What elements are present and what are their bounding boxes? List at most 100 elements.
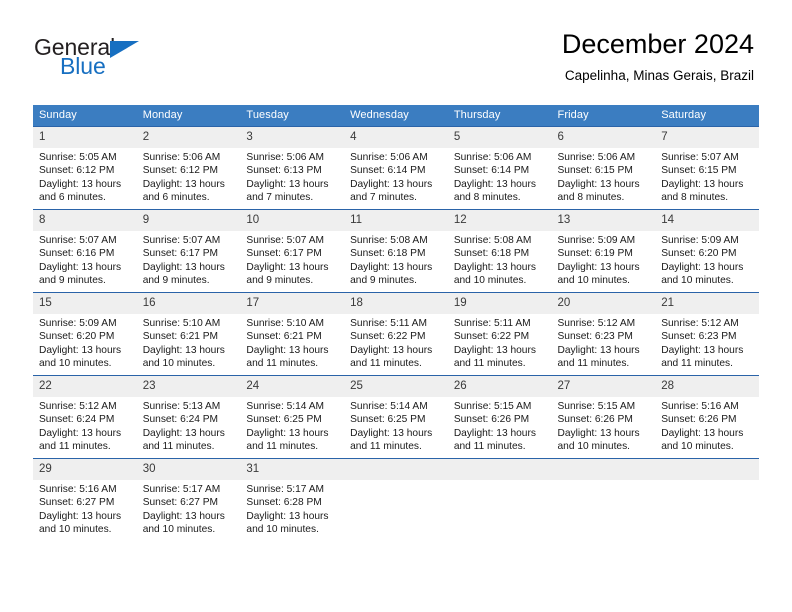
- calendar-day-cell[interactable]: 31 Sunrise: 5:17 AM Sunset: 6:28 PM Dayligh…: [240, 458, 345, 541]
- sunrise-text: Sunrise: 5:07 AM: [661, 152, 739, 163]
- calendar-day-cell[interactable]: 28 Sunrise: 5:16 AM Sunset: 6:26 PM Dayligh…: [655, 375, 759, 459]
- day-number: 29: [33, 459, 137, 480]
- day-details: Sunrise: 5:07 AM Sunset: 6:16 PM Daylight:…: [33, 231, 137, 288]
- general-blue-logo[interactable]: General Blue: [34, 36, 234, 86]
- daylight-text: Daylight: 13 hours and 10 minutes.: [39, 510, 122, 536]
- calendar-day-cell[interactable]: 13 Sunrise: 5:09 AM Sunset: 6:19 PM Dayligh…: [551, 209, 656, 293]
- sunset-text: Sunset: 6:15 PM: [661, 165, 737, 177]
- calendar-empty-cell: [344, 458, 448, 541]
- title-block: December 2024 Capelinha, Minas Gerais, B…: [562, 28, 754, 86]
- day-number: 14: [655, 210, 759, 231]
- daylight-text: Daylight: 13 hours and 7 minutes.: [246, 178, 329, 204]
- day-number: 7: [655, 127, 759, 148]
- calendar-day-cell[interactable]: 2 Sunrise: 5:06 AM Sunset: 6:12 PM Daylight…: [136, 126, 241, 210]
- calendar-day-cell[interactable]: 7 Sunrise: 5:07 AM Sunset: 6:15 PM Daylight…: [655, 126, 759, 210]
- calendar-day-cell[interactable]: 20 Sunrise: 5:12 AM Sunset: 6:23 PM Dayligh…: [551, 292, 656, 376]
- sunrise-text: Sunrise: 5:06 AM: [350, 152, 428, 163]
- sunrise-text: Sunrise: 5:08 AM: [350, 235, 428, 246]
- calendar-empty-cell: [551, 458, 656, 541]
- calendar-day-cell[interactable]: 3 Sunrise: 5:06 AM Sunset: 6:13 PM Daylight…: [240, 126, 345, 210]
- calendar-empty-cell: [447, 458, 552, 541]
- calendar-day-cell[interactable]: 24 Sunrise: 5:14 AM Sunset: 6:25 PM Dayligh…: [240, 375, 345, 459]
- day-details: Sunrise: 5:06 AM Sunset: 6:14 PM Daylight:…: [448, 148, 552, 205]
- calendar-day-cell[interactable]: 22 Sunrise: 5:12 AM Sunset: 6:24 PM Dayligh…: [33, 375, 137, 459]
- sunset-text: Sunset: 6:14 PM: [350, 165, 426, 177]
- calendar-day-cell[interactable]: 6 Sunrise: 5:06 AM Sunset: 6:15 PM Daylight…: [551, 126, 656, 210]
- daylight-text: Daylight: 13 hours and 11 minutes.: [453, 344, 536, 370]
- day-number: 2: [136, 127, 241, 148]
- day-details: Sunrise: 5:12 AM Sunset: 6:24 PM Daylight:…: [33, 397, 137, 454]
- sunset-text: Sunset: 6:15 PM: [557, 165, 633, 177]
- day-number: 13: [551, 210, 656, 231]
- calendar-day-cell[interactable]: 30 Sunrise: 5:17 AM Sunset: 6:27 PM Dayligh…: [136, 458, 241, 541]
- day-details: Sunrise: 5:10 AM Sunset: 6:21 PM Daylight:…: [240, 314, 344, 371]
- calendar-day-cell[interactable]: 21 Sunrise: 5:12 AM Sunset: 6:23 PM Dayligh…: [655, 292, 759, 376]
- calendar-header-row-group: Sunday Monday Tuesday Wednesday Thursday…: [33, 105, 759, 127]
- daylight-text: Daylight: 13 hours and 8 minutes.: [453, 178, 536, 204]
- sunrise-text: Sunrise: 5:06 AM: [142, 152, 221, 163]
- weekday-header-friday: Friday: [551, 105, 656, 127]
- day-number: 31: [240, 459, 345, 480]
- day-details: Sunrise: 5:07 AM Sunset: 6:17 PM Daylight:…: [240, 231, 344, 288]
- day-number: 17: [240, 293, 345, 314]
- sunset-text: Sunset: 6:14 PM: [453, 165, 530, 177]
- calendar-week-row: 15 Sunrise: 5:09 AM Sunset: 6:20 PM Dayligh…: [33, 292, 759, 376]
- calendar-day-cell[interactable]: 4 Sunrise: 5:06 AM Sunset: 6:14 PM Daylight…: [344, 126, 448, 210]
- day-details: Sunrise: 5:15 AM Sunset: 6:26 PM Daylight:…: [448, 397, 552, 454]
- sunrise-text: Sunrise: 5:07 AM: [246, 235, 324, 246]
- daylight-text: Daylight: 13 hours and 8 minutes.: [661, 178, 744, 204]
- day-details: Sunrise: 5:14 AM Sunset: 6:25 PM Daylight:…: [240, 397, 344, 454]
- day-number: 9: [136, 210, 241, 231]
- calendar-day-cell[interactable]: 9 Sunrise: 5:07 AM Sunset: 6:17 PM Daylight…: [136, 209, 241, 293]
- sunrise-text: Sunrise: 5:14 AM: [246, 401, 324, 412]
- calendar-day-cell[interactable]: 1 Sunrise: 5:05 AM Sunset: 6:12 PM Daylight…: [33, 126, 137, 210]
- day-details: Sunrise: 5:07 AM Sunset: 6:15 PM Daylight:…: [655, 148, 759, 205]
- day-details: Sunrise: 5:06 AM Sunset: 6:13 PM Daylight:…: [240, 148, 344, 205]
- sunset-text: Sunset: 6:23 PM: [661, 331, 737, 343]
- calendar-day-cell[interactable]: 27 Sunrise: 5:15 AM Sunset: 6:26 PM Dayligh…: [551, 375, 656, 459]
- sunset-text: Sunset: 6:26 PM: [661, 414, 737, 426]
- day-number: 12: [447, 210, 552, 231]
- day-details: Sunrise: 5:08 AM Sunset: 6:18 PM Daylight:…: [344, 231, 448, 288]
- calendar-day-cell[interactable]: 18 Sunrise: 5:11 AM Sunset: 6:22 PM Dayligh…: [344, 292, 448, 376]
- calendar-day-cell[interactable]: 25 Sunrise: 5:14 AM Sunset: 6:25 PM Dayligh…: [344, 375, 448, 459]
- sunrise-text: Sunrise: 5:15 AM: [453, 401, 532, 412]
- calendar-day-cell[interactable]: 23 Sunrise: 5:13 AM Sunset: 6:24 PM Dayligh…: [136, 375, 241, 459]
- sunrise-text: Sunrise: 5:15 AM: [557, 401, 636, 412]
- day-number: 28: [655, 376, 759, 397]
- daylight-text: Daylight: 13 hours and 8 minutes.: [557, 178, 640, 204]
- calendar-day-cell[interactable]: 16 Sunrise: 5:10 AM Sunset: 6:21 PM Dayligh…: [136, 292, 241, 376]
- calendar-day-cell[interactable]: 8 Sunrise: 5:07 AM Sunset: 6:16 PM Daylight…: [33, 209, 137, 293]
- daylight-text: Daylight: 13 hours and 6 minutes.: [142, 178, 225, 204]
- calendar-day-cell[interactable]: 29 Sunrise: 5:16 AM Sunset: 6:27 PM Dayligh…: [33, 458, 137, 541]
- calendar-day-cell[interactable]: 15 Sunrise: 5:09 AM Sunset: 6:20 PM Dayligh…: [33, 292, 137, 376]
- day-number: 25: [344, 376, 448, 397]
- calendar-day-cell[interactable]: 17 Sunrise: 5:10 AM Sunset: 6:21 PM Dayligh…: [240, 292, 345, 376]
- sunrise-text: Sunrise: 5:11 AM: [453, 318, 531, 329]
- calendar-day-cell[interactable]: 19 Sunrise: 5:11 AM Sunset: 6:22 PM Dayligh…: [447, 292, 552, 376]
- day-number: 24: [240, 376, 345, 397]
- day-details: Sunrise: 5:12 AM Sunset: 6:23 PM Daylight:…: [552, 314, 656, 371]
- day-details: Sunrise: 5:13 AM Sunset: 6:24 PM Daylight:…: [137, 397, 241, 454]
- day-number: 8: [33, 210, 137, 231]
- sunset-text: Sunset: 6:16 PM: [39, 248, 115, 260]
- sunrise-text: Sunrise: 5:16 AM: [661, 401, 739, 412]
- calendar-day-cell[interactable]: 14 Sunrise: 5:09 AM Sunset: 6:20 PM Dayligh…: [655, 209, 759, 293]
- sunrise-text: Sunrise: 5:05 AM: [39, 152, 117, 163]
- sunset-text: Sunset: 6:24 PM: [39, 414, 115, 426]
- sunset-text: Sunset: 6:20 PM: [39, 331, 115, 343]
- sunrise-text: Sunrise: 5:12 AM: [39, 401, 117, 412]
- weekday-header-wednesday: Wednesday: [344, 105, 448, 127]
- sunset-text: Sunset: 6:23 PM: [557, 331, 633, 343]
- daylight-text: Daylight: 13 hours and 10 minutes.: [142, 510, 225, 536]
- calendar-day-cell[interactable]: 12 Sunrise: 5:08 AM Sunset: 6:18 PM Dayligh…: [447, 209, 552, 293]
- calendar-week-row: 29 Sunrise: 5:16 AM Sunset: 6:27 PM Dayligh…: [33, 458, 759, 541]
- calendar-day-cell[interactable]: 11 Sunrise: 5:08 AM Sunset: 6:18 PM Dayligh…: [344, 209, 448, 293]
- daylight-text: Daylight: 13 hours and 11 minutes.: [39, 427, 122, 453]
- day-number: 21: [655, 293, 759, 314]
- calendar-page: General Blue December 2024 Capelinha, Mi…: [0, 0, 792, 612]
- calendar-day-cell[interactable]: 10 Sunrise: 5:07 AM Sunset: 6:17 PM Dayligh…: [240, 209, 345, 293]
- calendar-day-cell[interactable]: 5 Sunrise: 5:06 AM Sunset: 6:14 PM Daylight…: [447, 126, 552, 210]
- calendar-day-cell[interactable]: 26 Sunrise: 5:15 AM Sunset: 6:26 PM Dayligh…: [447, 375, 552, 459]
- sunrise-text: Sunrise: 5:06 AM: [557, 152, 636, 163]
